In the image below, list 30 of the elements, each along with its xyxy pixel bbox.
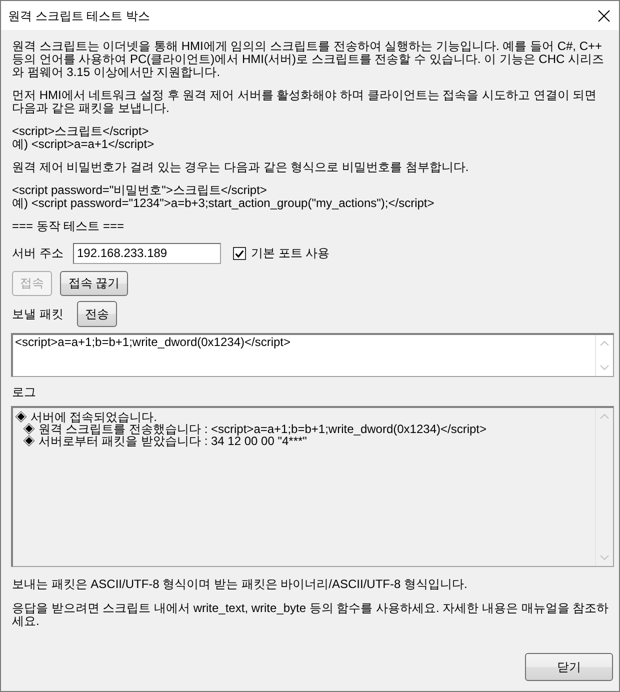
close-icon[interactable] [598, 10, 610, 22]
checkbox-label[interactable]: 기본 포트 사용 [251, 247, 330, 260]
field-label: 보낼 패킷 [12, 308, 64, 320]
description-text: 먼저 HMI에서 네트워크 설정 후 원격 제어 서버를 활성화해야 하며 클라이언트는 접속을 시도하고 연결이 되면 다음과 같은 패킷을 보냅니다. [12, 89, 598, 115]
send-button[interactable]: 전송 [77, 301, 117, 327]
server-address-field[interactable]: 192.168.233.189 [73, 243, 221, 264]
section-title: === 동작 테스트 === [12, 220, 126, 233]
close-button[interactable]: 닫기 [525, 653, 613, 681]
log-line: ◈ 서버에 접속되었습니다. [15, 411, 158, 423]
log-line: ◈ 서버로부터 패킷을 받았습니다 : 34 12 00 00 "4***" [23, 435, 307, 447]
log-label: 로그 [12, 386, 37, 399]
description-text: 원격 스크립트는 이더넷을 통해 HMI에게 임의의 스크립트를 전송하여 실행하는 기능입니다. 예를 들어 C#, C++ 등의 언어를 사용하여 PC(클라이언트)에서 HMI(서버)로 스크립트를 전송할 수 있습니다. 이 기능은 CHC 시리즈와 펌웨어 3.15 이상에서만 지원합니다. [12, 40, 605, 79]
description-text: <script>스크립트</script> [12, 125, 150, 138]
connection-button[interactable]: 접속 끊기 [60, 271, 128, 296]
checkbox[interactable] [233, 247, 246, 260]
checkmark-icon [235, 250, 244, 258]
note-text: 보내는 패킷은 ASCII/UTF-8 형식이며 받는 패킷은 바이너리/ASCII/UTF-8 형식입니다. [12, 578, 468, 591]
description-text: 원격 제어 비밀번호가 걸려 있는 경우는 다음과 같은 형식으로 비밀번호를 첨부합니다. [12, 161, 470, 174]
description-text: 예) <script password="1234">a=b+3;start_action_group("my_actions");</script> [12, 197, 436, 210]
chevron-up-icon[interactable] [600, 341, 609, 346]
description-text: <script password="비밀번호">스크립트</script> [12, 184, 268, 197]
packet-text-field[interactable]: <script>a=a+1;b=b+1;write_dword(0x1234)</script> [11, 333, 614, 377]
chevron-down-icon[interactable] [600, 555, 609, 560]
chevron-down-icon[interactable] [600, 365, 609, 370]
chevron-up-icon[interactable] [600, 414, 609, 419]
field-label: 서버 주소 [12, 247, 64, 260]
description-text: 예) <script>a=a+1</script> [12, 138, 156, 151]
note-text: 응답을 받으려면 스크립트 내에서 write_text, write_byte 등의 함수를 사용하세요. 자세한 내용은 매뉴얼을 참조하세요. [12, 602, 610, 628]
log-line: ◈ 원격 스크립트를 전송했습니다 : <script>a=a+1;b=b+1;write_dword(0x1234)</script> [23, 423, 488, 435]
window-title: 원격 스크립트 테스트 박스 [8, 8, 150, 22]
